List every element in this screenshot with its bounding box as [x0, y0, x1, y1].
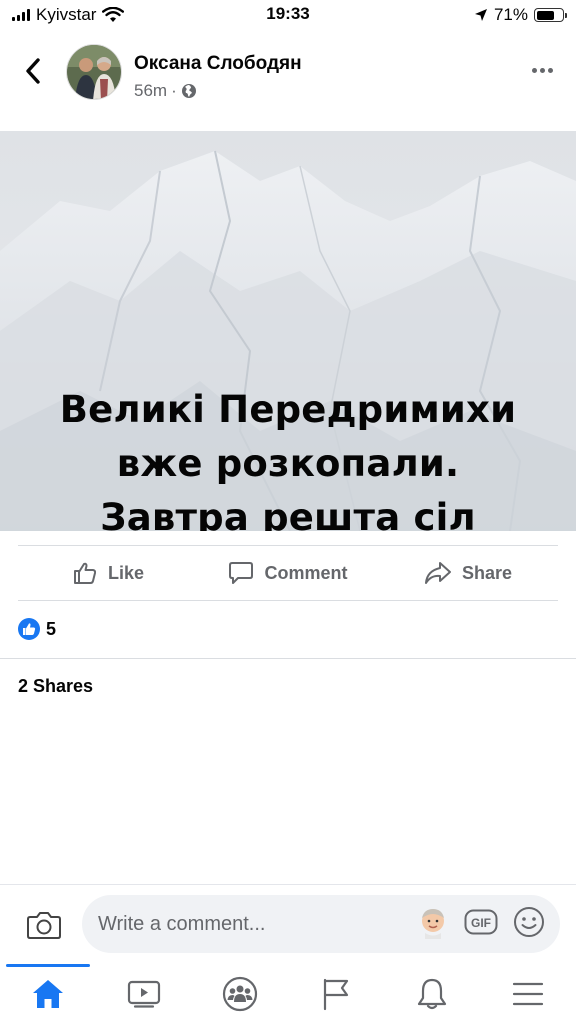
more-dot: [539, 67, 545, 73]
post-image[interactable]: Великі Передримихи вже розкопали. Завтра…: [0, 131, 576, 531]
meta-separator: ·: [171, 81, 177, 100]
tab-home[interactable]: [0, 964, 96, 1024]
share-button[interactable]: Share: [378, 546, 558, 600]
bottom-tab-bar: [0, 964, 576, 1024]
more-options-button[interactable]: [528, 58, 556, 82]
comment-bar: GIF: [0, 884, 576, 964]
post-meta: 56m ·: [134, 81, 197, 101]
camera-button[interactable]: [26, 909, 62, 941]
post-header: Оксана Слободян 56m ·: [0, 40, 576, 108]
smiley-icon: [514, 907, 544, 937]
avatar-sticker-icon: [422, 909, 444, 939]
share-label: Share: [461, 562, 513, 583]
pages-flag-icon: [323, 978, 349, 1011]
thumbs-up-icon: [73, 562, 97, 584]
watch-icon: [127, 980, 161, 1008]
author-name[interactable]: Оксана Слободян: [134, 53, 302, 75]
gif-label: GIF: [471, 916, 491, 930]
comment-bubble-icon: [229, 562, 254, 584]
divider: [0, 658, 576, 659]
post-actions: Like Comment Share: [18, 545, 558, 601]
reaction-count: 5: [46, 618, 57, 639]
emoji-button[interactable]: [512, 905, 546, 939]
tab-menu[interactable]: [480, 964, 576, 1024]
avatar-photo: [67, 45, 121, 99]
like-label: Like: [107, 562, 145, 583]
avatar-sticker-button[interactable]: [416, 905, 450, 939]
more-dot: [547, 67, 553, 73]
author-avatar[interactable]: [66, 44, 122, 100]
globe-icon: [181, 84, 196, 98]
comment-input-icons: GIF: [416, 905, 546, 939]
post-time[interactable]: 56m: [134, 81, 167, 101]
shares-count[interactable]: 2 Shares: [18, 676, 93, 697]
camera-icon: [27, 912, 61, 939]
like-reaction-icon: [18, 618, 40, 640]
home-icon: [33, 980, 63, 1008]
chevron-left-icon: [26, 58, 40, 84]
post-image-text: Великі Передримихи вже розкопали. Завтра…: [59, 388, 517, 531]
tab-pages[interactable]: [288, 964, 384, 1024]
like-button[interactable]: Like: [18, 546, 198, 600]
gif-button[interactable]: GIF: [464, 905, 498, 939]
share-arrow-icon: [424, 562, 451, 584]
status-right: 71%: [474, 5, 567, 25]
menu-icon: [512, 982, 544, 1006]
groups-icon: [222, 976, 258, 1012]
back-button[interactable]: [18, 56, 48, 86]
location-arrow-icon: [474, 9, 487, 21]
comment-label: Comment: [264, 562, 348, 583]
tab-notifications[interactable]: [384, 964, 480, 1024]
gif-icon: GIF: [464, 909, 498, 935]
status-bar: Kyivstar 19:33 71%: [0, 0, 576, 30]
battery-icon: [534, 8, 567, 22]
battery-percent: 71%: [493, 5, 528, 24]
comment-button[interactable]: Comment: [198, 546, 378, 600]
tab-groups[interactable]: [192, 964, 288, 1024]
tab-watch[interactable]: [96, 964, 192, 1024]
reactions-summary[interactable]: 5: [18, 618, 56, 640]
more-dot: [531, 67, 537, 73]
notifications-bell-icon: [417, 978, 447, 1010]
